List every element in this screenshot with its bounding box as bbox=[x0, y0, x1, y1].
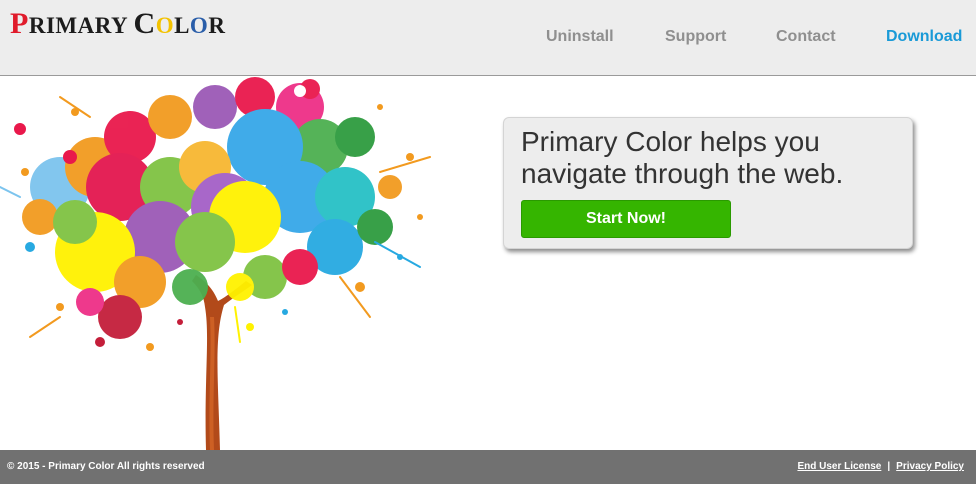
logo[interactable]: PRIMARY COLOR bbox=[10, 9, 225, 39]
nav-contact-link[interactable]: Contact bbox=[776, 26, 836, 48]
header: PRIMARY COLOR Uninstall Support Contact … bbox=[0, 0, 976, 76]
footer-links: End User License | Privacy Policy bbox=[797, 461, 964, 472]
logo-letter-c: C bbox=[133, 7, 156, 40]
logo-letter-o1: O bbox=[155, 13, 175, 38]
logo-letter-r: R bbox=[208, 13, 226, 38]
start-now-button[interactable]: Start Now! bbox=[521, 200, 731, 238]
footer: © 2015 - Primary Color All rights reserv… bbox=[0, 450, 976, 484]
end-user-license-link[interactable]: End User License bbox=[797, 461, 881, 472]
copyright-text: © 2015 - Primary Color All rights reserv… bbox=[7, 461, 205, 472]
nav-uninstall-link[interactable]: Uninstall bbox=[546, 26, 614, 48]
paint-splatter-tree-image bbox=[0, 77, 500, 450]
logo-text-rimary: RIMARY bbox=[28, 13, 134, 38]
nav-download-link[interactable]: Download bbox=[886, 26, 962, 48]
privacy-policy-link[interactable]: Privacy Policy bbox=[896, 461, 964, 472]
promo-title: Primary Color helps you navigate through… bbox=[521, 126, 844, 189]
promo-card: Primary Color helps you navigate through… bbox=[503, 117, 913, 249]
paint-splatter-tree-graphic bbox=[0, 77, 431, 450]
logo-letter-o2: O bbox=[189, 13, 209, 38]
footer-separator: | bbox=[887, 461, 891, 472]
nav-support-link[interactable]: Support bbox=[665, 26, 726, 48]
logo-letter-p: P bbox=[10, 7, 29, 40]
logo-letter-l: L bbox=[174, 13, 190, 38]
